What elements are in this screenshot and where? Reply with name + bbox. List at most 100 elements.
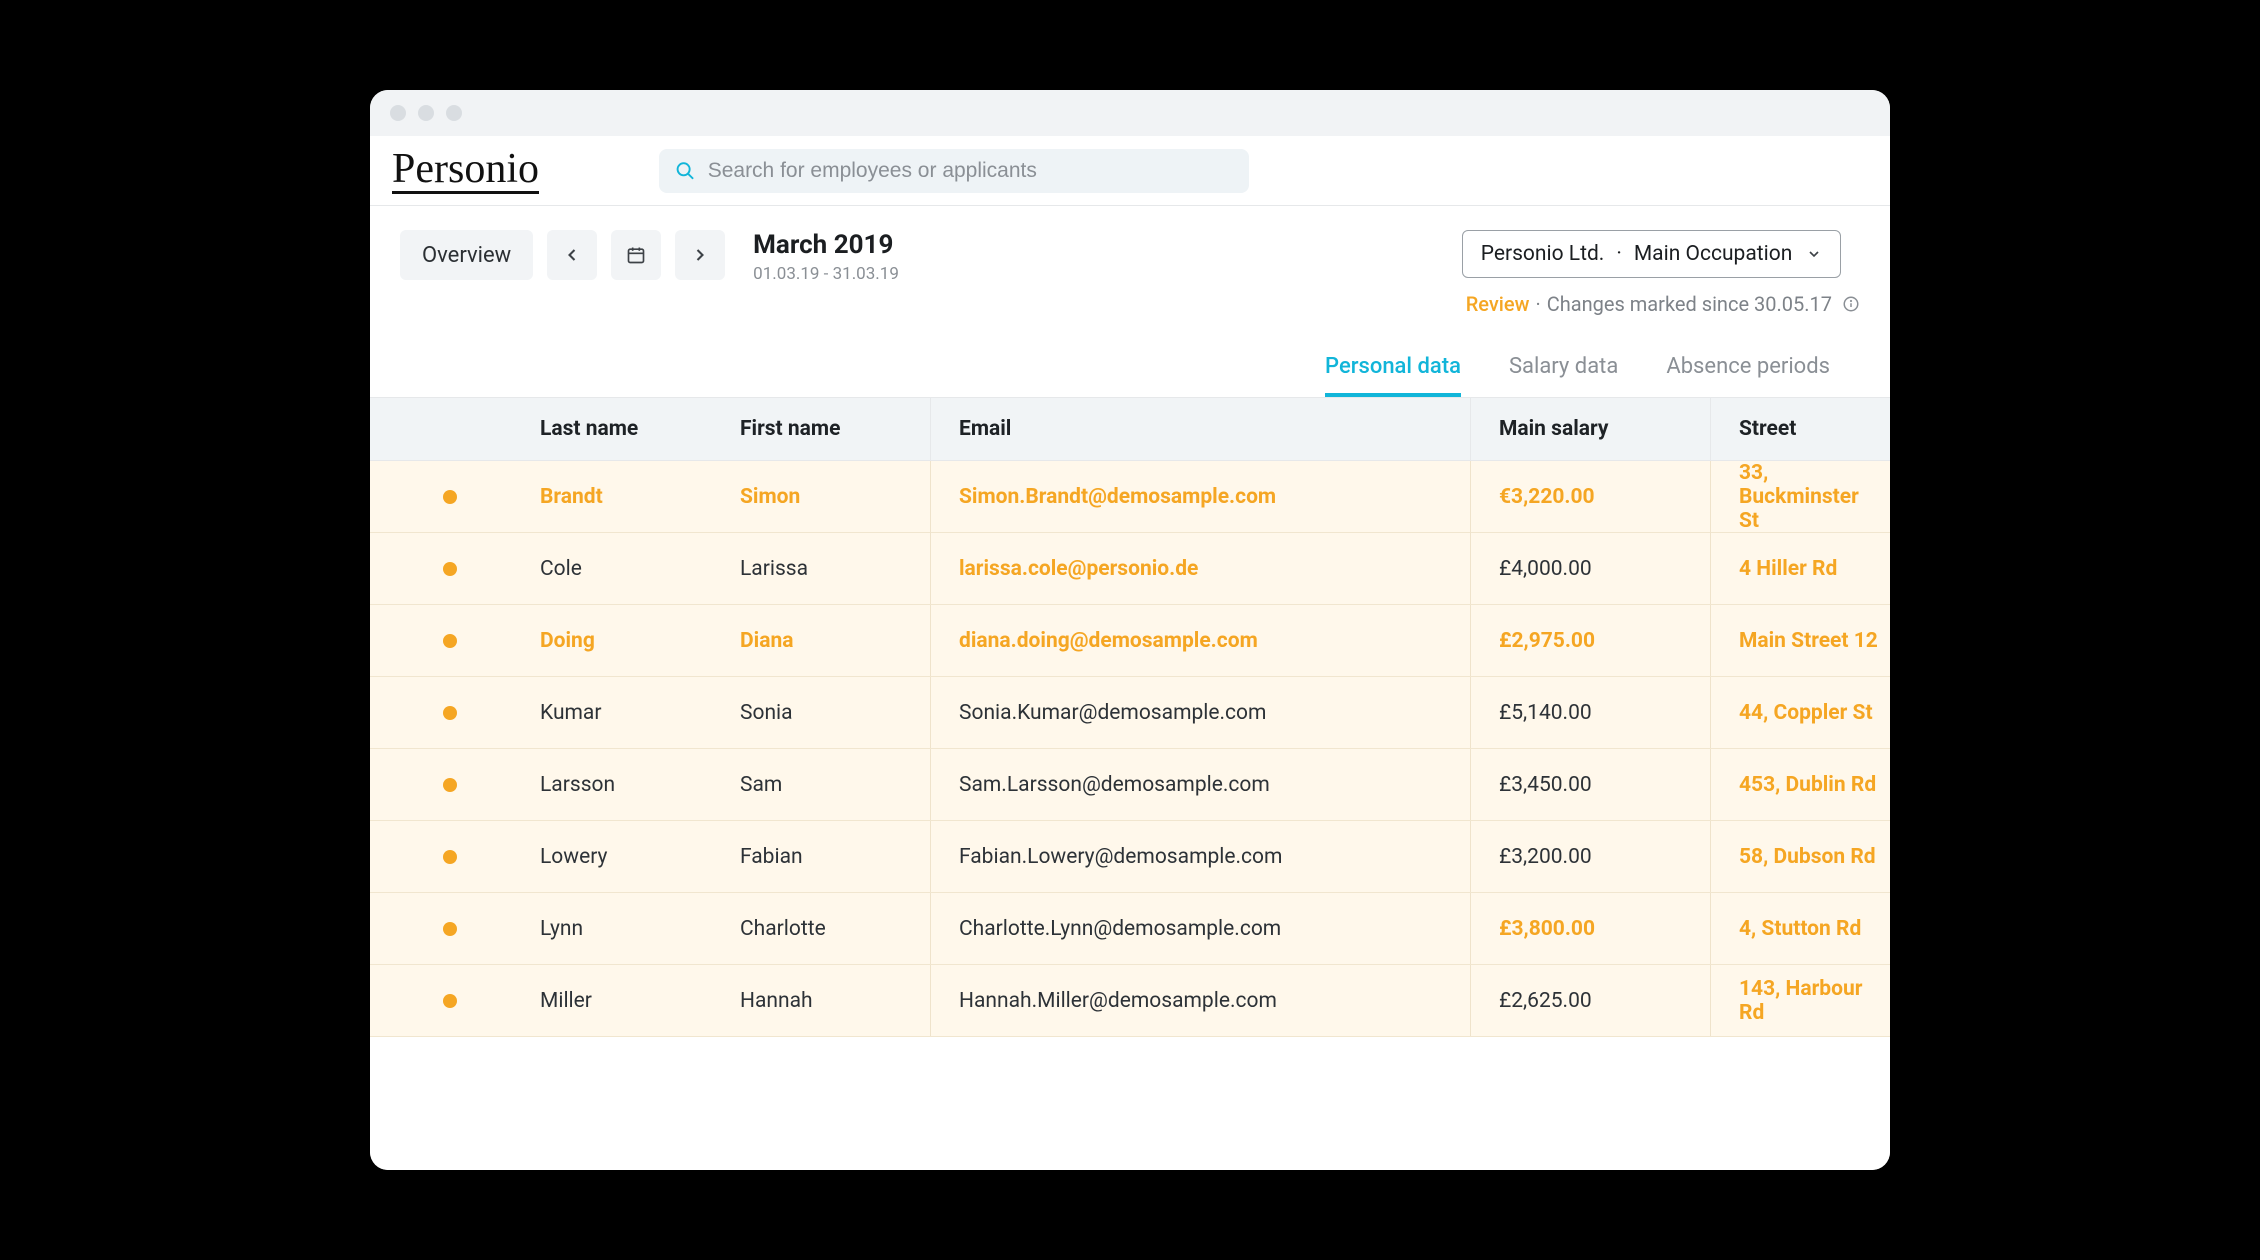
window-titlebar xyxy=(370,90,1890,136)
prev-month-button[interactable] xyxy=(547,230,597,280)
next-month-button[interactable] xyxy=(675,230,725,280)
cell-email: diana.doing@demosample.com xyxy=(930,605,1470,676)
cell-firstname: Sonia xyxy=(730,701,930,725)
cell-street: Main Street 12 xyxy=(1710,605,1890,676)
calendar-icon xyxy=(626,245,646,265)
status-dot-icon xyxy=(443,922,457,936)
cell-firstname: Simon xyxy=(730,485,930,509)
employee-table: Last name First name Email Main salary S… xyxy=(370,397,1890,1170)
row-status xyxy=(370,850,530,864)
window-close-dot[interactable] xyxy=(390,105,406,121)
col-street-header[interactable]: Street xyxy=(1710,398,1890,460)
cell-street: 4, Stutton Rd xyxy=(1710,893,1890,964)
col-salary-header[interactable]: Main salary xyxy=(1470,398,1710,460)
cell-email: Hannah.Miller@demosample.com xyxy=(930,965,1470,1036)
cell-lastname: Lowery xyxy=(530,845,730,869)
table-header: Last name First name Email Main salary S… xyxy=(370,397,1890,461)
calendar-button[interactable] xyxy=(611,230,661,280)
review-text: Changes marked since 30.05.17 xyxy=(1547,292,1832,316)
window-maximize-dot[interactable] xyxy=(446,105,462,121)
cell-email: Sonia.Kumar@demosample.com xyxy=(930,677,1470,748)
date-range: 01.03.19 - 31.03.19 xyxy=(753,264,899,284)
cell-firstname: Hannah xyxy=(730,989,930,1013)
row-status xyxy=(370,490,530,504)
cell-street: 33, Buckminster St xyxy=(1710,461,1890,533)
cell-lastname: Brandt xyxy=(530,485,730,509)
table-row[interactable]: LoweryFabianFabian.Lowery@demosample.com… xyxy=(370,821,1890,893)
row-status xyxy=(370,562,530,576)
row-status xyxy=(370,634,530,648)
tab-salary-data[interactable]: Salary data xyxy=(1509,354,1618,397)
date-title: March 2019 xyxy=(753,230,899,260)
cell-lastname: Cole xyxy=(530,557,730,581)
row-status xyxy=(370,778,530,792)
cell-firstname: Larissa xyxy=(730,557,930,581)
chevron-right-icon xyxy=(690,245,710,265)
search-icon xyxy=(675,160,696,182)
col-firstname-header[interactable]: First name xyxy=(730,417,930,441)
table-row[interactable]: KumarSoniaSonia.Kumar@demosample.com£5,1… xyxy=(370,677,1890,749)
cell-lastname: Kumar xyxy=(530,701,730,725)
tab-personal-data[interactable]: Personal data xyxy=(1325,354,1461,397)
cell-lastname: Doing xyxy=(530,629,730,653)
status-dot-icon xyxy=(443,562,457,576)
controls-bar: Overview March 2019 xyxy=(370,206,1890,324)
cell-street: 58, Dubson Rd xyxy=(1710,821,1890,892)
cell-salary: £2,625.00 xyxy=(1470,965,1710,1036)
cell-salary: £4,000.00 xyxy=(1470,533,1710,604)
cell-firstname: Fabian xyxy=(730,845,930,869)
controls-left: Overview March 2019 xyxy=(400,230,899,316)
status-dot-icon xyxy=(443,490,457,504)
cell-firstname: Sam xyxy=(730,773,930,797)
overview-button[interactable]: Overview xyxy=(400,230,533,280)
cell-street: 44, Coppler St xyxy=(1710,677,1890,748)
review-label: Review xyxy=(1466,292,1530,316)
cell-lastname: Larsson xyxy=(530,773,730,797)
company-occupation-dropdown[interactable]: Personio Ltd. · Main Occupation xyxy=(1462,230,1842,278)
table-row[interactable]: LarssonSamSam.Larsson@demosample.com£3,4… xyxy=(370,749,1890,821)
table-row[interactable]: DoingDianadiana.doing@demosample.com£2,9… xyxy=(370,605,1890,677)
app-window: Personio Overview xyxy=(370,90,1890,1170)
cell-salary: £3,450.00 xyxy=(1470,749,1710,820)
search-box[interactable] xyxy=(659,149,1249,193)
cell-street: 4 Hiller Rd xyxy=(1710,533,1890,604)
col-lastname-header[interactable]: Last name xyxy=(530,417,730,441)
table-row[interactable]: ColeLarissalarissa.cole@personio.de£4,00… xyxy=(370,533,1890,605)
cell-firstname: Charlotte xyxy=(730,917,930,941)
cell-firstname: Diana xyxy=(730,629,930,653)
chevron-left-icon xyxy=(562,245,582,265)
dropdown-separator: · xyxy=(1616,242,1622,266)
status-dot-icon xyxy=(443,634,457,648)
cell-email: larissa.cole@personio.de xyxy=(930,533,1470,604)
cell-email: Charlotte.Lynn@demosample.com xyxy=(930,893,1470,964)
date-block: March 2019 01.03.19 - 31.03.19 xyxy=(753,230,899,284)
dropdown-company: Personio Ltd. xyxy=(1481,242,1605,266)
table-row[interactable]: BrandtSimonSimon.Brandt@demosample.com€3… xyxy=(370,461,1890,533)
dropdown-occupation: Main Occupation xyxy=(1634,242,1792,266)
cell-lastname: Miller xyxy=(530,989,730,1013)
cell-email: Simon.Brandt@demosample.com xyxy=(930,461,1470,533)
cell-street: 453, Dublin Rd xyxy=(1710,749,1890,820)
search-input[interactable] xyxy=(708,159,1233,183)
tab-absence-periods[interactable]: Absence periods xyxy=(1666,354,1830,397)
cell-salary: £5,140.00 xyxy=(1470,677,1710,748)
col-email-header[interactable]: Email xyxy=(930,398,1470,460)
status-dot-icon xyxy=(443,850,457,864)
review-line: Review · Changes marked since 30.05.17 xyxy=(1462,292,1860,316)
cell-email: Fabian.Lowery@demosample.com xyxy=(930,821,1470,892)
chevron-down-icon xyxy=(1806,246,1822,262)
window-minimize-dot[interactable] xyxy=(418,105,434,121)
row-status xyxy=(370,994,530,1008)
row-status xyxy=(370,706,530,720)
table-row[interactable]: MillerHannahHannah.Miller@demosample.com… xyxy=(370,965,1890,1037)
status-dot-icon xyxy=(443,994,457,1008)
cell-email: Sam.Larsson@demosample.com xyxy=(930,749,1470,820)
status-dot-icon xyxy=(443,706,457,720)
top-bar: Personio xyxy=(370,136,1890,206)
info-icon[interactable] xyxy=(1842,295,1860,313)
cell-salary: £3,200.00 xyxy=(1470,821,1710,892)
tabs: Personal data Salary data Absence periods xyxy=(370,324,1890,397)
table-row[interactable]: LynnCharlotteCharlotte.Lynn@demosample.c… xyxy=(370,893,1890,965)
cell-salary: €3,220.00 xyxy=(1470,461,1710,533)
row-status xyxy=(370,922,530,936)
